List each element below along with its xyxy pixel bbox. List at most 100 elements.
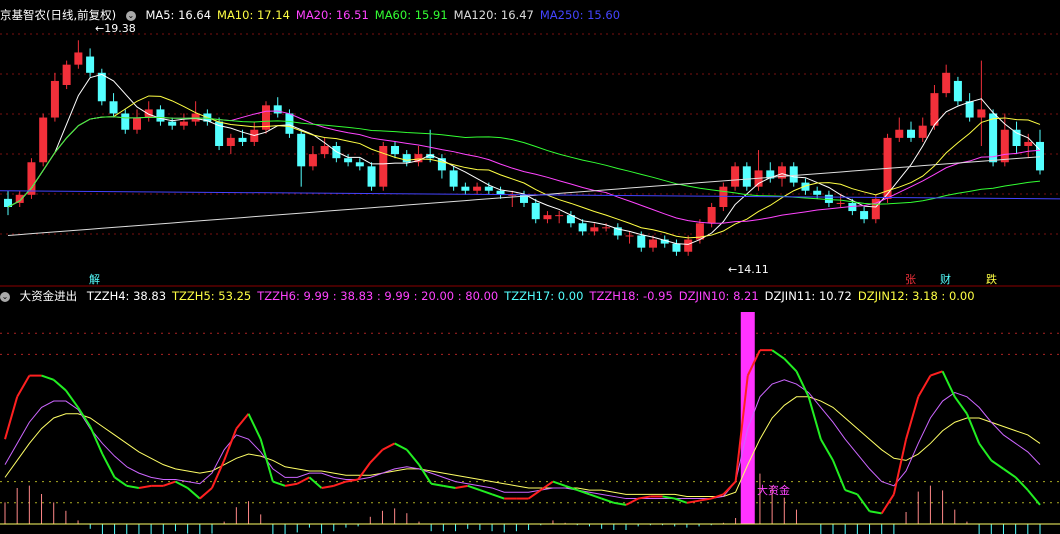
candle-body xyxy=(578,223,587,232)
indicator-main-segment xyxy=(259,438,274,482)
low-price-label: ←14.11 xyxy=(728,263,769,276)
candle-body xyxy=(918,125,927,138)
candle-body xyxy=(484,186,493,191)
indicator-main-segment xyxy=(869,510,882,515)
candle-body xyxy=(742,166,751,187)
candle-body xyxy=(789,166,798,183)
indicator-main-segment xyxy=(162,480,176,487)
candle-body xyxy=(74,52,83,65)
high-price-value: 19.38 xyxy=(104,22,136,35)
chevron-down-icon[interactable]: ⌄ xyxy=(0,291,10,302)
candle-body xyxy=(989,113,998,163)
indicator-main-segment xyxy=(552,480,566,487)
stock-chart[interactable] xyxy=(0,0,1060,534)
indicator-main-segment xyxy=(321,484,334,489)
candle-body xyxy=(895,129,904,138)
indicator-panel-title[interactable]: 大资金进出 xyxy=(20,289,78,303)
indicator-main-segment xyxy=(589,493,602,500)
candle-body xyxy=(953,80,962,102)
candle-body xyxy=(824,194,833,203)
candle-body xyxy=(942,72,951,94)
candle-body xyxy=(344,158,353,163)
marker-die: 跌 xyxy=(986,273,997,286)
candle-body xyxy=(179,121,188,126)
indicator-main-segment xyxy=(296,476,310,485)
candle-body xyxy=(731,166,740,187)
indicator-main-segment xyxy=(126,484,140,489)
indicator-yellow-line xyxy=(4,396,1041,497)
indicator-main-segment xyxy=(199,487,213,500)
candle-body xyxy=(50,80,59,118)
candle-body xyxy=(965,101,974,118)
indicator-main-segment xyxy=(223,428,238,461)
indicator-main-segment xyxy=(795,370,810,398)
indicator-main-segment xyxy=(1014,476,1029,491)
candle-body xyxy=(637,235,646,248)
candle-body xyxy=(62,64,71,85)
candle-body xyxy=(27,162,36,195)
candle-body xyxy=(473,186,482,191)
indicator-main-segment xyxy=(686,499,700,504)
indicator-legend-item: TZZH18: -0.95 xyxy=(589,289,673,303)
indicator-magenta-line xyxy=(4,379,1041,500)
indicator-main-segment xyxy=(479,489,493,496)
candle-body xyxy=(531,202,540,220)
candle-body xyxy=(672,243,681,252)
candle-body xyxy=(226,137,235,146)
indicator-main-segment xyxy=(247,413,262,440)
indicator-main-segment xyxy=(856,493,871,512)
candle-body xyxy=(39,117,48,163)
candle-body xyxy=(449,170,458,187)
candle-body xyxy=(977,109,986,118)
candle-body xyxy=(168,121,177,126)
candle-body xyxy=(156,109,165,122)
indicator-legend-item: DZJIN12: 3.18 : 0.00 xyxy=(857,289,975,303)
low-price-value: 14.11 xyxy=(737,263,769,276)
candle-body xyxy=(133,117,141,130)
indicator-main-segment xyxy=(235,413,250,430)
candle-body xyxy=(649,239,657,248)
indicator-legend-item: DZJIN10: 8.21 xyxy=(678,289,759,303)
candle-body xyxy=(1036,141,1044,171)
indicator-main-segment xyxy=(272,480,286,487)
indicator-main-segment xyxy=(807,396,822,440)
indicator-main-segment xyxy=(406,449,420,466)
candle-body xyxy=(320,146,329,155)
indicator-main-segment xyxy=(186,487,201,500)
candle-body xyxy=(15,194,24,203)
candle-body xyxy=(602,227,611,229)
indicator-main-segment xyxy=(832,460,847,491)
indicator-main-segment xyxy=(53,379,67,392)
indicator-main-segment xyxy=(455,484,468,489)
indicator-main-segment xyxy=(467,484,481,492)
indicator-main-segment xyxy=(990,459,1005,470)
indicator-main-segment xyxy=(138,484,152,489)
indicator-main-segment xyxy=(978,442,993,461)
ma-legend-item: MA5: 16.64 xyxy=(145,8,212,22)
indicator-panel-header: ⌄ 大资金进出 TZZH4: 38.83 TZZH5: 53.25 TZZH6: 9… xyxy=(0,287,987,305)
ma-legend-item: MA60: 15.91 xyxy=(374,8,448,22)
main-panel-title[interactable]: 京基智农(日线,前复权) xyxy=(0,8,116,22)
indicator-legend-item: DZJIN11: 10.72 xyxy=(764,289,852,303)
ma-legend-item: MA20: 16.51 xyxy=(295,8,369,22)
ma-legend-item: MA120: 16.47 xyxy=(453,8,534,22)
indicator-legend-item: TZZH5: 53.25 xyxy=(172,289,252,303)
ma-legend-item: MA10: 17.14 xyxy=(217,8,290,22)
chevron-down-icon[interactable]: ⌄ xyxy=(125,10,136,21)
indicator-main-segment xyxy=(175,480,189,489)
candle-body xyxy=(590,227,599,232)
indicator-main-segment xyxy=(382,442,396,451)
candle-body xyxy=(836,202,845,204)
marker-zhang: 张 xyxy=(905,273,916,286)
candle-body xyxy=(238,137,247,142)
candle-body xyxy=(285,113,294,134)
indicator-main-segment xyxy=(431,482,444,487)
candle-body xyxy=(402,154,411,163)
indicator-main-segment xyxy=(953,396,968,415)
indicator-main-segment xyxy=(418,464,433,485)
indicator-main-segment xyxy=(89,426,104,455)
candle-body xyxy=(461,186,470,191)
candle-body xyxy=(1012,129,1021,146)
candle-body xyxy=(684,239,693,252)
candle-body xyxy=(860,211,869,220)
